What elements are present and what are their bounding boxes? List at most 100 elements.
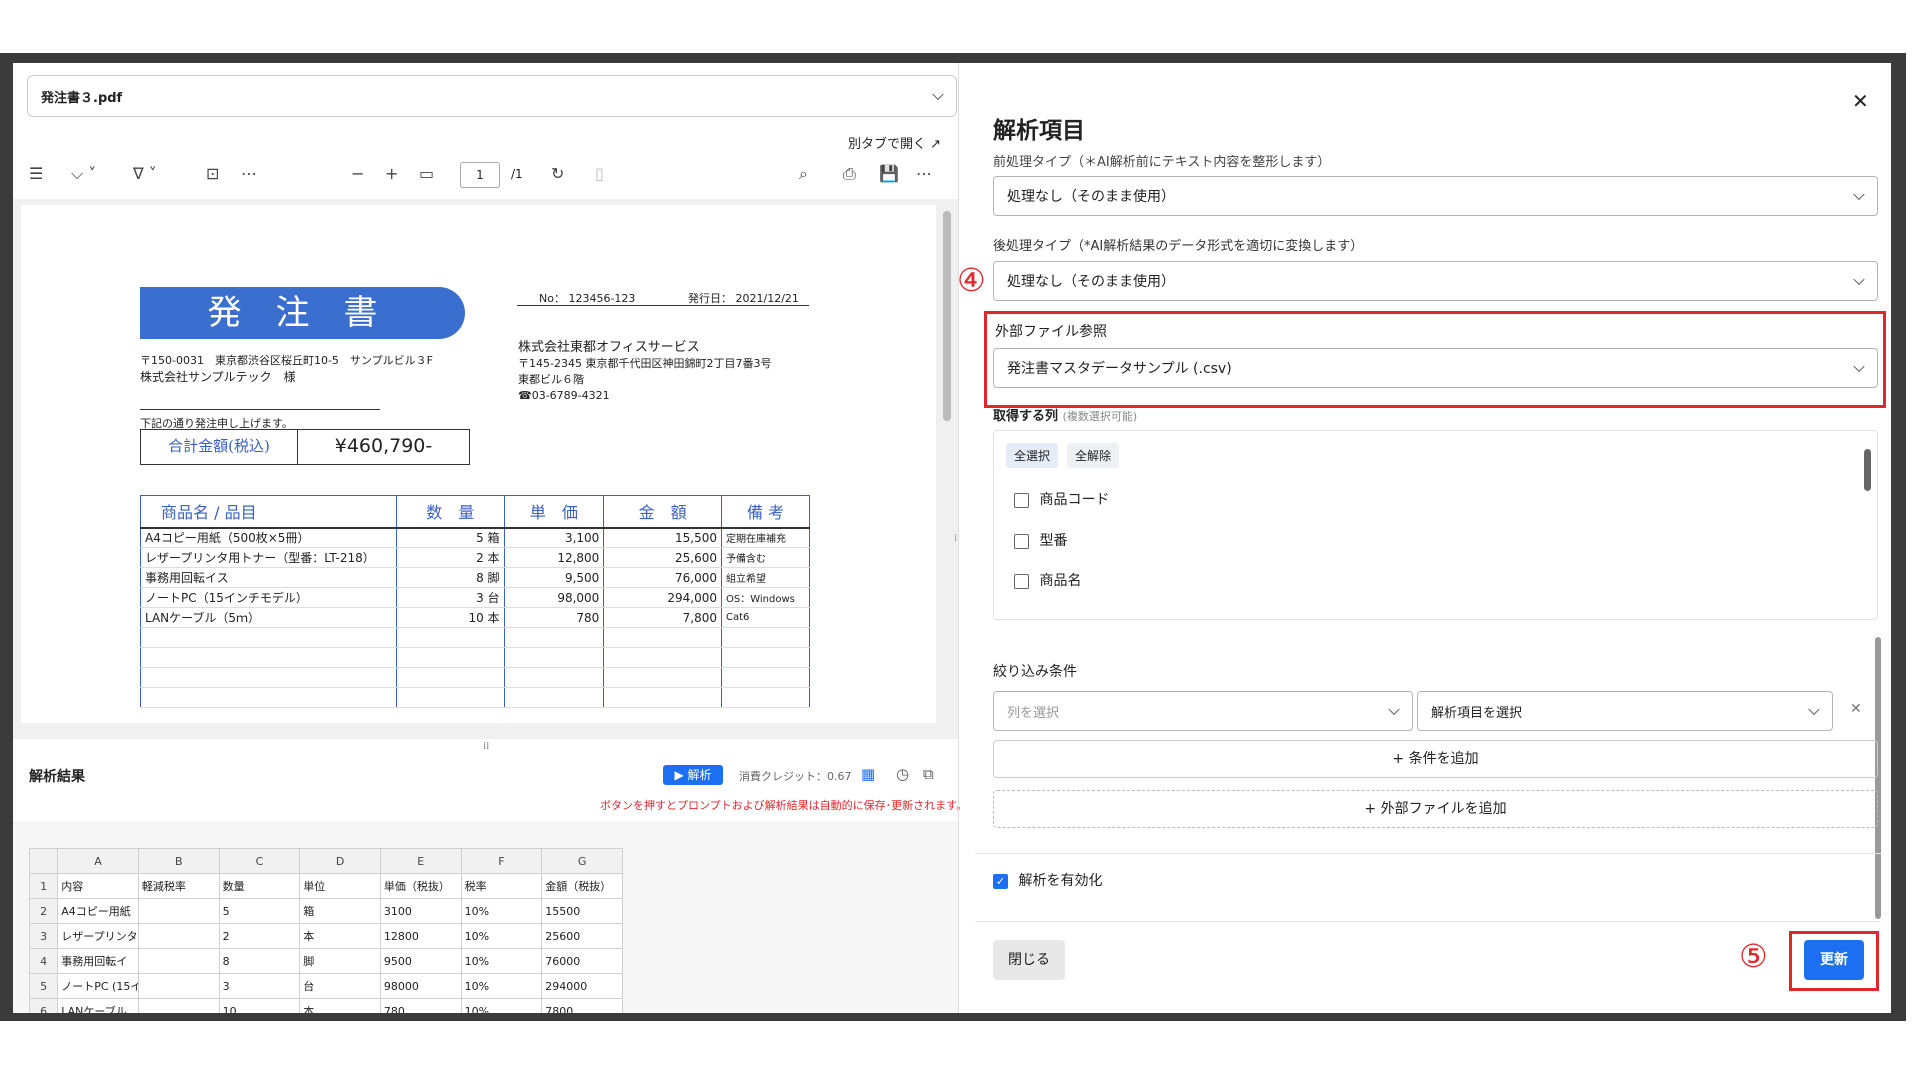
column-option[interactable]: 商品名 [1014,570,1081,590]
sheet-cell[interactable]: A4コピー用紙 [57,898,139,924]
sheet-cell[interactable]: 2 [218,923,301,949]
save-icon[interactable]: 💾 [879,164,899,183]
checkbox[interactable] [1014,573,1029,589]
sheet-cell[interactable]: レザープリンタ用 [57,923,139,949]
panel-scrollbar[interactable] [1875,637,1881,919]
history-icon[interactable]: ◷ [896,765,909,783]
sheet-row-header[interactable]: 2 [28,898,59,924]
add-external-file-button[interactable]: + 外部ファイルを追加 [993,790,1878,828]
draw-icon[interactable]: ∇ ˅ [133,164,157,183]
sheet-cell[interactable]: 軽減税率 [137,873,220,899]
sheet-cell[interactable]: 金額（税抜） [541,873,623,899]
sheet-cell[interactable]: 294000 [541,973,623,999]
sheet-cell[interactable]: 箱 [299,898,381,924]
remove-filter-icon[interactable]: ✕ [1850,701,1862,717]
sheet-cell[interactable]: 単価（税抜） [379,873,462,899]
sheet-cell[interactable]: 税率 [460,873,543,899]
sheet-cell[interactable]: 9500 [379,948,462,974]
ext-file-select[interactable]: 発注書マスタデータサンプル (.csv) [993,348,1878,388]
copy-icon[interactable]: ⧉ [923,765,934,783]
file-select[interactable]: 発注書３.pdf [27,75,957,117]
sheet-cell[interactable]: 10% [460,948,543,974]
filter-item-select[interactable]: 解析項目を選択 [1417,691,1833,731]
divider-grip-icon[interactable]: ⁞ [954,533,957,544]
sheet-col-header[interactable]: A [57,848,139,874]
filter-column-select[interactable]: 列を選択 [993,691,1413,731]
sheet-cell[interactable]: 3 [218,973,301,999]
sheet-cell[interactable]: 5 [218,898,301,924]
sheet-row-header[interactable]: 1 [28,873,59,899]
sheet-col-header[interactable]: B [137,848,220,874]
sheet-cell[interactable]: 15500 [541,898,623,924]
more-icon[interactable]: ⋯ [241,164,257,183]
sheet-cell[interactable]: 事務用回転イ [57,948,139,974]
clear-all-button[interactable]: 全解除 [1067,443,1120,468]
sheet-row-header[interactable]: 3 [28,923,59,949]
sheet-cell[interactable] [137,898,220,924]
analyze-button[interactable]: ▶ 解析 [663,765,723,785]
select-all-button[interactable]: 全選択 [1006,443,1059,468]
grid-icon[interactable]: ▦ [861,765,875,783]
checkbox[interactable] [1014,492,1029,508]
sheet-cell[interactable]: 本 [299,998,381,1013]
sheet-cell[interactable]: 10% [460,923,543,949]
sheet-cell[interactable]: 76000 [541,948,623,974]
sheet-cell[interactable]: 本 [299,923,381,949]
post-process-select[interactable]: 処理なし（そのまま使用） [993,261,1878,301]
more-icon[interactable]: ⋯ [916,164,932,183]
pre-process-select[interactable]: 処理なし（そのまま使用） [993,176,1878,216]
open-new-tab-link[interactable]: 別タブで開く ↗ [848,133,941,152]
column-option[interactable]: 型番 [1014,530,1067,550]
add-condition-button[interactable]: + 条件を追加 [993,740,1878,778]
sheet-cell[interactable]: 10% [460,898,543,924]
sheet-cell[interactable]: 単位 [299,873,381,899]
search-icon[interactable]: ⌕ [799,164,808,184]
pdf-scrollbar[interactable] [943,211,951,421]
sheet-cell[interactable]: 780 [379,998,462,1013]
sheet-cell[interactable]: 98000 [379,973,462,999]
sheet-row-header[interactable]: 4 [28,948,59,974]
text-box-icon[interactable]: ⊡ [206,164,219,183]
update-button[interactable]: 更新 [1804,940,1864,980]
sheet-cell[interactable]: 10% [460,998,543,1013]
sheet-cell[interactable]: 脚 [299,948,381,974]
sheet-cell[interactable]: ノートPC (15イン [57,973,139,999]
sheet-cell[interactable]: 12800 [379,923,462,949]
sheet-cell[interactable]: 台 [299,973,381,999]
sheet-row-header[interactable]: 5 [28,973,59,999]
sheet-col-header[interactable]: G [541,848,623,874]
checkbox-checked[interactable]: ✓ [993,873,1008,889]
page-view-icon[interactable]: ▯ [595,164,604,183]
fit-page-icon[interactable]: ▭ [419,164,434,183]
close-icon[interactable]: ✕ [1852,89,1869,113]
columns-scrollbar[interactable] [1864,449,1871,491]
enable-analysis-checkbox[interactable]: ✓ 解析を有効化 [993,870,1102,890]
sheet-col-header[interactable]: C [218,848,301,874]
sheet-cell[interactable] [137,923,220,949]
sheet-cell[interactable]: 25600 [541,923,623,949]
sheet-cell[interactable]: 数量 [218,873,301,899]
print-icon[interactable]: ⎙ [843,164,856,184]
sheet-cell[interactable]: 7800 [541,998,623,1013]
checkbox[interactable] [1014,533,1029,549]
sheet-cell[interactable]: LANケーブル [57,998,139,1013]
sheet-cell[interactable]: 10% [460,973,543,999]
rotate-icon[interactable]: ↻ [551,164,564,183]
list-icon[interactable]: ☰ [29,164,43,183]
sheet-cell[interactable]: 10 [218,998,301,1013]
sheet-col-header[interactable]: D [299,848,381,874]
zoom-in-icon[interactable]: + [385,164,398,183]
highlight-icon[interactable]: ⌵ ˅ [71,164,96,184]
zoom-out-icon[interactable]: − [351,164,364,183]
sheet-corner[interactable] [28,848,59,874]
page-number-input[interactable]: 1 [460,162,500,188]
sheet-cell[interactable]: 3100 [379,898,462,924]
column-option[interactable]: 商品コード [1014,489,1109,509]
close-button[interactable]: 閉じる [993,940,1065,980]
splitter-handle[interactable]: ⁞⁞ [483,741,489,752]
sheet-col-header[interactable]: E [379,848,462,874]
sheet-cell[interactable]: 内容 [57,873,139,899]
sheet-col-header[interactable]: F [460,848,543,874]
sheet-cell[interactable] [137,948,220,974]
sheet-row-header[interactable]: 6 [28,998,59,1013]
